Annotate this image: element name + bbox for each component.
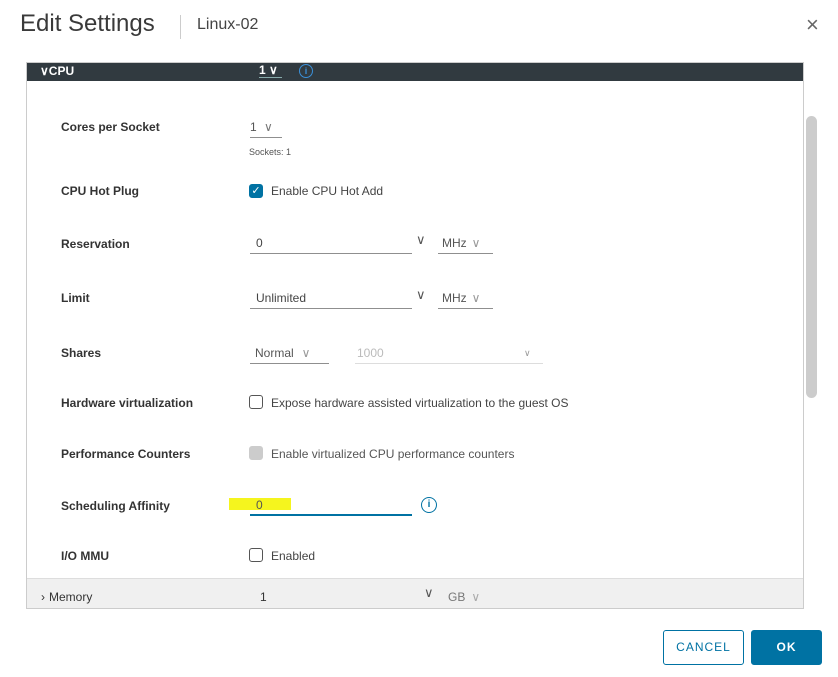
scrollbar[interactable] xyxy=(806,116,817,398)
chevron-down-icon: ∨ xyxy=(471,236,481,250)
io-mmu-enabled-checkbox[interactable] xyxy=(249,548,263,562)
settings-panel: ∨CPU 1 ∨ i Cores per Socket 1 ∨ Sockets:… xyxy=(26,62,804,609)
reservation-unit-select[interactable]: MHz ∨ xyxy=(438,236,493,254)
info-icon[interactable]: i xyxy=(299,64,313,78)
shares-label: Shares xyxy=(61,346,102,360)
io-mmu-label: I/O MMU xyxy=(61,549,109,563)
ok-button[interactable]: OK xyxy=(751,630,822,665)
expose-hw-virtualization-checkbox[interactable] xyxy=(249,395,263,409)
cores-per-socket-label: Cores per Socket xyxy=(61,120,160,134)
chevron-down-icon: ∨ xyxy=(524,348,531,358)
chevron-down-icon[interactable]: ∨ xyxy=(416,287,426,303)
title-divider xyxy=(180,15,181,39)
io-mmu-enabled-label: Enabled xyxy=(271,549,316,563)
cpu-count-select[interactable]: 1 ∨ xyxy=(259,63,282,78)
enable-cpu-hot-add-label: Enable CPU Hot Add xyxy=(271,184,384,198)
chevron-down-icon: ∨ xyxy=(264,120,273,134)
info-icon[interactable]: i xyxy=(421,497,437,513)
chevron-down-icon: ∨ xyxy=(40,64,49,78)
shares-number-input: 1000 xyxy=(355,346,543,364)
limit-input[interactable]: Unlimited xyxy=(250,291,412,309)
cpu-section-header[interactable]: ∨CPU 1 ∨ i xyxy=(27,63,803,81)
performance-counters-checkbox-label: Enable virtualized CPU performance count… xyxy=(271,447,515,461)
expose-hw-virtualization-label: Expose hardware assisted virtualization … xyxy=(271,396,569,410)
cpu-section-label[interactable]: ∨CPU xyxy=(40,64,74,78)
chevron-down-icon: ∨ xyxy=(471,590,481,604)
scheduling-affinity-input[interactable]: 0 xyxy=(250,498,412,516)
enable-cpu-hot-add-checkbox[interactable]: ✓ xyxy=(249,184,263,198)
dialog-subtitle: Linux-02 xyxy=(197,16,259,33)
memory-section-label[interactable]: Memory xyxy=(49,590,92,604)
reservation-input[interactable]: 0 xyxy=(250,236,412,254)
shares-select[interactable]: Normal ∨ xyxy=(250,346,329,364)
cpu-hot-plug-label: CPU Hot Plug xyxy=(61,184,139,198)
chevron-right-icon: › xyxy=(41,590,45,604)
scheduling-affinity-label: Scheduling Affinity xyxy=(61,499,170,513)
limit-unit-select[interactable]: MHz ∨ xyxy=(438,291,493,309)
close-icon[interactable]: × xyxy=(806,14,819,36)
performance-counters-label: Performance Counters xyxy=(61,447,191,461)
cores-per-socket-select[interactable]: 1 ∨ xyxy=(250,120,282,138)
dialog-title: Edit Settings xyxy=(20,10,155,37)
chevron-down-icon: ∨ xyxy=(471,291,481,305)
chevron-down-icon[interactable]: ∨ xyxy=(424,585,434,601)
chevron-down-icon: ∨ xyxy=(301,346,311,360)
hardware-virtualization-label: Hardware virtualization xyxy=(61,396,194,410)
performance-counters-checkbox xyxy=(249,446,263,460)
chevron-down-icon[interactable]: ∨ xyxy=(416,232,426,248)
memory-value[interactable]: 1 xyxy=(260,590,267,604)
memory-unit-select[interactable]: GB ∨ xyxy=(448,590,480,604)
reservation-label: Reservation xyxy=(61,237,130,251)
sockets-text: Sockets: 1 xyxy=(249,147,292,157)
memory-section-row[interactable]: › Memory 1 ∨ GB ∨ xyxy=(27,578,803,608)
cancel-button[interactable]: CANCEL xyxy=(663,630,744,665)
limit-label: Limit xyxy=(61,291,90,305)
